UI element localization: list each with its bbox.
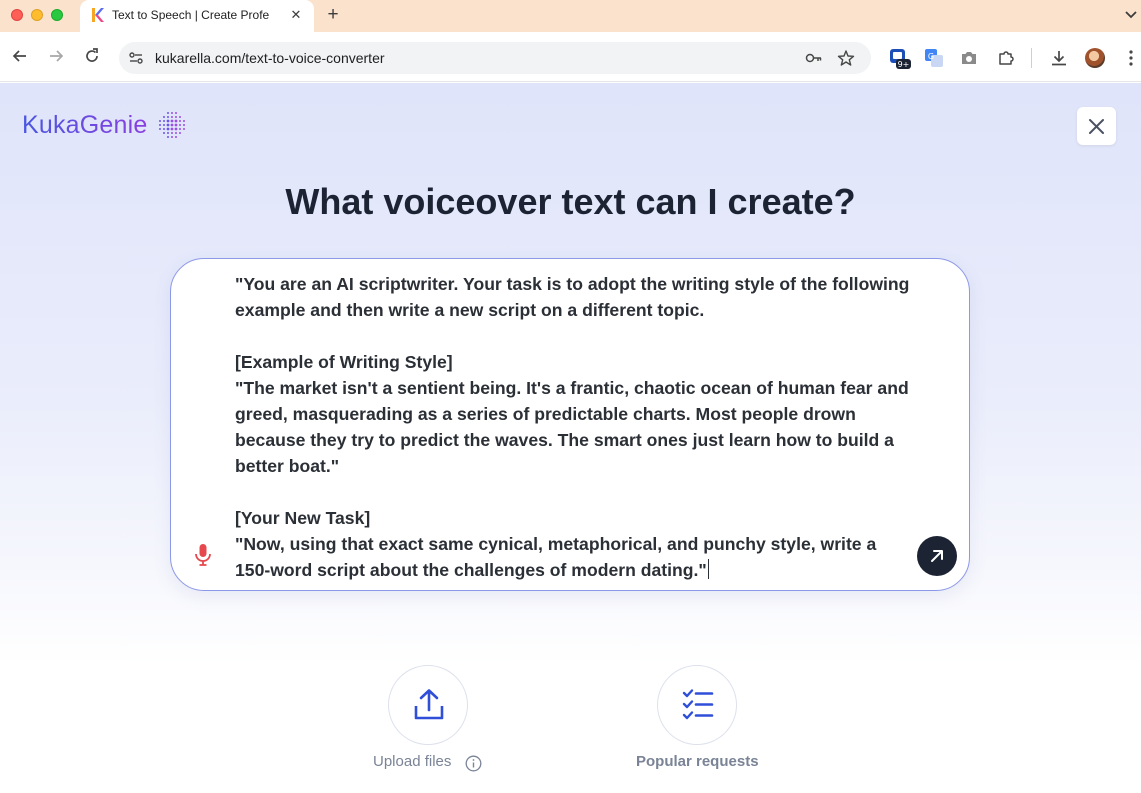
logo-dot — [174, 123, 178, 127]
logo-dot — [175, 112, 177, 114]
svg-text:G: G — [928, 52, 934, 61]
downloads-icon[interactable] — [1049, 48, 1069, 68]
browser-tab-bar: Text to Speech | Create Profe ✕ + — [0, 0, 1141, 32]
window-close-button[interactable] — [11, 9, 23, 21]
logo-dot — [171, 112, 173, 114]
logo-dot — [163, 128, 165, 130]
prompt-text-content: "You are an AI scriptwriter. Your task i… — [235, 274, 910, 580]
logo-dot — [179, 124, 181, 126]
browser-tab[interactable]: Text to Speech | Create Profe ✕ — [80, 0, 314, 32]
logo-dot — [175, 136, 177, 138]
logo-dot — [171, 132, 173, 134]
new-tab-button[interactable]: + — [323, 5, 343, 25]
logo-dot — [166, 119, 170, 123]
page-content: KukaGenie What voiceover text can I crea… — [0, 83, 1141, 793]
info-icon[interactable] — [465, 755, 482, 772]
window-zoom-button[interactable] — [51, 9, 63, 21]
arrow-up-right-icon — [931, 550, 943, 562]
extension-badge-count: 9+ — [898, 60, 910, 69]
sparkle-dots-icon — [158, 111, 186, 139]
tab-search-chevron-icon[interactable] — [1123, 6, 1139, 24]
toolbar-divider — [1031, 48, 1032, 68]
page-title: What voiceover text can I create? — [285, 181, 856, 222]
logo-dot — [170, 127, 174, 131]
bookmark-star-icon[interactable] — [837, 50, 855, 66]
site-settings-icon[interactable] — [128, 50, 144, 66]
logo-dot — [179, 132, 181, 134]
logo-dot — [171, 116, 173, 118]
logo-dot — [179, 128, 181, 130]
browser-toolbar: kukarella.com/text-to-voice-converter 9+… — [0, 32, 1141, 82]
logo-dot — [163, 116, 165, 118]
tab-close-icon[interactable]: ✕ — [288, 7, 304, 23]
logo-dot — [159, 120, 161, 122]
prompt-textarea[interactable]: "You are an AI scriptwriter. Your task i… — [235, 271, 915, 583]
window-minimize-button[interactable] — [31, 9, 43, 21]
logo-dot — [163, 124, 165, 126]
logo-dot — [163, 132, 165, 134]
logo-dot — [167, 112, 169, 114]
profile-avatar[interactable] — [1085, 48, 1105, 68]
logo-dot — [159, 124, 161, 126]
close-icon — [1089, 119, 1104, 134]
logo-dot — [175, 132, 177, 134]
logo-dot — [171, 136, 173, 138]
reload-icon[interactable] — [82, 46, 102, 66]
address-bar[interactable]: kukarella.com/text-to-voice-converter — [119, 42, 871, 74]
browser-menu-icon[interactable] — [1121, 48, 1141, 68]
logo-dot — [179, 116, 181, 118]
extensions-puzzle-icon[interactable] — [996, 48, 1016, 68]
tab-title: Text to Speech | Create Profe — [112, 8, 270, 22]
kukagenie-logo[interactable]: KukaGenie — [22, 111, 148, 140]
logo-dot — [163, 120, 165, 122]
upload-files-label[interactable]: Upload files — [373, 753, 451, 770]
text-caret — [707, 559, 710, 579]
logo-dot — [167, 136, 169, 138]
logo-dot — [170, 123, 174, 127]
logo-dot — [175, 116, 177, 118]
logo-dot — [159, 128, 161, 130]
logo-dot — [174, 127, 178, 131]
close-button[interactable] — [1077, 107, 1116, 145]
upload-icon — [414, 689, 444, 720]
prompt-input[interactable]: "You are an AI scriptwriter. Your task i… — [170, 258, 970, 591]
logo-dot — [179, 120, 181, 122]
logo-dot — [167, 116, 169, 118]
logo-dot — [170, 119, 174, 123]
password-key-icon[interactable] — [805, 50, 823, 66]
logo-dot — [167, 132, 169, 134]
forward-icon[interactable] — [46, 46, 66, 66]
logo-dot — [166, 123, 170, 127]
site-favicon-icon — [89, 7, 105, 23]
logo-dot — [183, 124, 185, 126]
microphone-button[interactable] — [193, 543, 213, 567]
extension-badge-icon[interactable]: 9+ — [889, 48, 911, 69]
back-icon[interactable] — [10, 46, 30, 66]
checklist-icon — [682, 689, 714, 720]
logo-dot — [174, 119, 178, 123]
popular-requests-label[interactable]: Popular requests — [636, 753, 759, 770]
logo-dot — [183, 128, 185, 130]
popular-requests-button[interactable] — [657, 665, 737, 745]
translate-extension-icon[interactable]: G — [924, 48, 944, 68]
microphone-icon — [195, 544, 211, 566]
upload-files-button[interactable] — [388, 665, 468, 745]
logo-dot — [183, 120, 185, 122]
send-button[interactable] — [917, 536, 957, 576]
logo-dot — [166, 127, 170, 131]
camera-extension-icon[interactable] — [959, 48, 979, 68]
url-text[interactable]: kukarella.com/text-to-voice-converter — [155, 50, 385, 66]
